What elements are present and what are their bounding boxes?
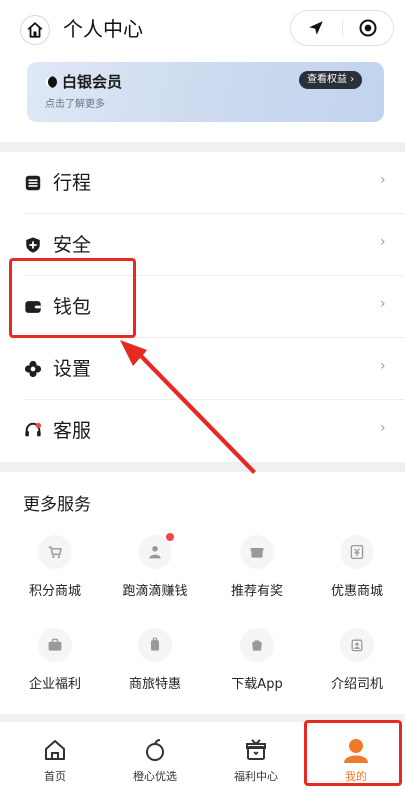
service-referral[interactable]: 推荐有奖 [206, 535, 306, 605]
briefcase-icon [38, 628, 72, 662]
member-subtitle: 点击了解更多 [45, 99, 105, 110]
headset-icon [24, 422, 42, 440]
service-label: 商旅特惠 [128, 677, 181, 692]
cart-icon [38, 535, 72, 569]
page-title: 个人中心 [63, 17, 143, 41]
gear-icon [24, 360, 42, 378]
chevron-right-icon: › [380, 420, 386, 436]
service-label: 优惠商城 [330, 584, 383, 599]
tab-home[interactable]: 首页 [5, 722, 105, 789]
service-points-mall[interactable]: 积分商城 [4, 535, 104, 605]
service-refer-driver[interactable]: 介绍司机 [306, 628, 405, 698]
services-title: 更多服务 [23, 495, 91, 515]
tab-orange-select[interactable]: 橙心优选 [105, 722, 205, 789]
chevron-right-icon: › [380, 296, 386, 312]
member-badge-icon [45, 75, 57, 88]
header-capsule [290, 10, 394, 46]
annotation-highlight-profile-tab [304, 720, 402, 786]
chevron-right-icon: › [380, 358, 386, 374]
yen-icon [340, 535, 374, 569]
menu-item-support[interactable]: 客服 › [0, 400, 405, 462]
home-icon [27, 22, 43, 38]
member-level-label: 白银会员 [62, 73, 123, 91]
target-circle-icon [359, 19, 377, 37]
service-enterprise-benefits[interactable]: 企业福利 [4, 628, 104, 698]
view-benefits-button[interactable]: 查看权益 › [299, 71, 363, 89]
member-card[interactable]: 白银会员 点击了解更多 查看权益 › [27, 62, 384, 122]
menu-item-settings[interactable]: 设置 › [0, 338, 405, 400]
home-outline-icon [41, 736, 69, 764]
location-arrow-icon [309, 21, 323, 35]
service-label: 下载App [231, 677, 283, 692]
tab-label: 橙心优选 [133, 770, 177, 783]
service-download-app[interactable]: 下载App [206, 628, 306, 698]
service-business-travel[interactable]: 商旅特惠 [104, 628, 204, 698]
menu-item-itinerary[interactable]: 行程 › [0, 152, 405, 214]
annotation-highlight-wallet [9, 258, 136, 338]
service-label: 跑滴滴赚钱 [122, 584, 188, 599]
service-label: 企业福利 [28, 677, 81, 692]
chevron-right-icon: › [350, 74, 355, 85]
home-button[interactable] [20, 15, 50, 45]
view-benefits-label: 查看权益 [307, 74, 347, 85]
shield-icon [24, 236, 42, 254]
itinerary-icon [24, 174, 42, 192]
orange-icon [141, 736, 169, 764]
member-level: 白银会员 [45, 71, 122, 92]
header: 个人中心 [0, 0, 405, 60]
service-discount-mall[interactable]: 优惠商城 [306, 535, 405, 605]
service-label: 介绍司机 [330, 677, 383, 692]
service-label: 推荐有奖 [230, 584, 283, 599]
menu-label: 设置 [53, 358, 92, 380]
target-button[interactable] [343, 11, 394, 45]
menu-label: 安全 [53, 234, 92, 256]
section-divider [0, 462, 405, 472]
tab-benefits-center[interactable]: 福利中心 [206, 722, 306, 789]
service-drive-earn[interactable]: 跑滴滴赚钱 [104, 533, 204, 605]
person-plus-icon [340, 628, 374, 662]
menu-label: 行程 [53, 172, 92, 194]
gift-box-icon [242, 736, 270, 764]
bag-icon [240, 628, 274, 662]
menu-label: 客服 [53, 420, 92, 442]
chevron-right-icon: › [380, 172, 386, 188]
service-label: 积分商城 [28, 584, 81, 599]
luggage-icon [138, 628, 172, 662]
gift-icon [240, 535, 274, 569]
notification-dot [166, 533, 174, 541]
tab-label: 福利中心 [234, 770, 278, 783]
tab-label: 首页 [44, 770, 66, 783]
location-button[interactable] [291, 11, 342, 45]
chevron-right-icon: › [380, 234, 386, 250]
section-divider [0, 142, 405, 152]
